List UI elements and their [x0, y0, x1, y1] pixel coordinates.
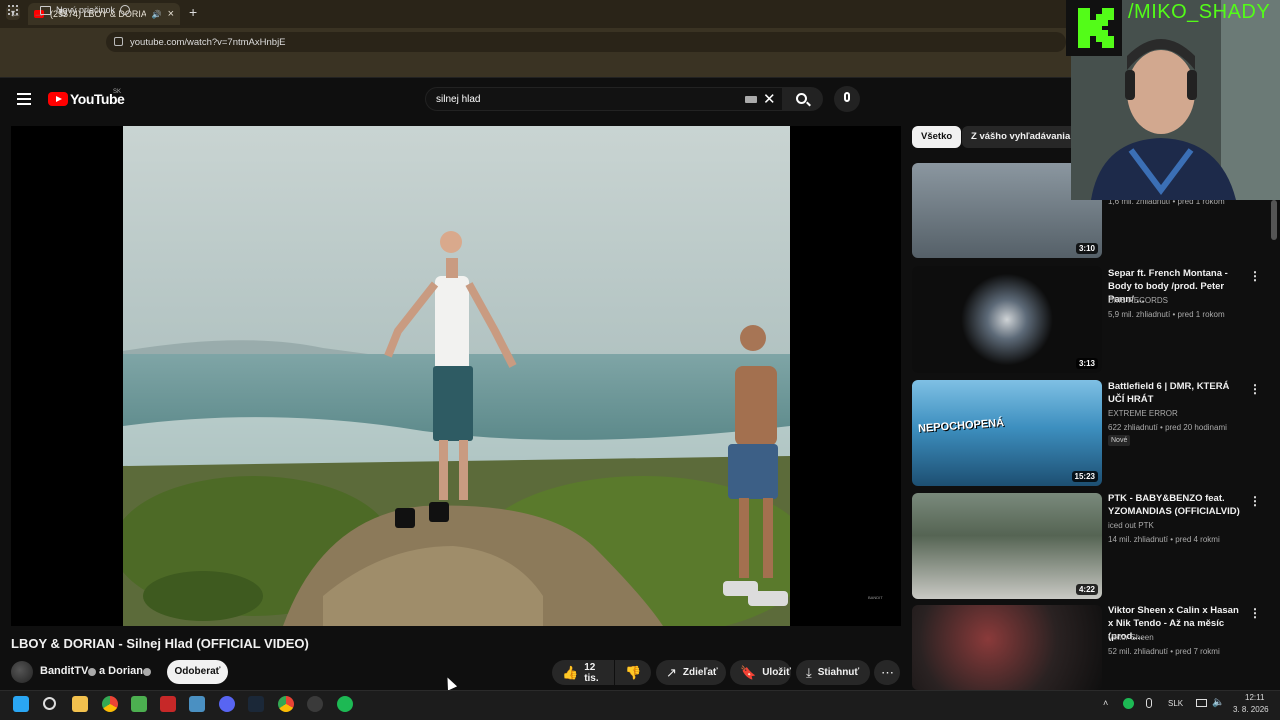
language-indicator[interactable]: SLK — [1168, 699, 1183, 708]
site-info-icon[interactable] — [114, 37, 123, 46]
more-vert-icon[interactable]: ⋮ — [1249, 382, 1261, 396]
folder-icon[interactable] — [40, 6, 51, 15]
download-icon: ⤓ — [806, 664, 812, 680]
search-icon[interactable] — [796, 93, 807, 104]
video-thumbnail[interactable]: NEPOCHOPENÁ 15:23 — [912, 380, 1102, 486]
tray-mic-icon[interactable] — [1146, 698, 1152, 708]
video-meta: 5,9 mil. zhliadnutí • pred 1 rokom — [1108, 310, 1225, 319]
share-label: Zdieľať — [682, 667, 718, 678]
streamer-name: /MIKO_SHADY — [1128, 1, 1271, 23]
video-duration: 3:13 — [1075, 358, 1098, 369]
video-duration: 4:22 — [1075, 584, 1098, 595]
more-vert-icon[interactable]: ⋮ — [1249, 606, 1261, 620]
notepad-icon[interactable] — [131, 696, 147, 712]
video-duration: 15:23 — [1071, 471, 1098, 482]
video-title[interactable]: Battlefield 6 | DMR, KTERÁ UČÍ HRÁT — [1108, 380, 1246, 406]
close-tab-icon[interactable]: × — [168, 8, 174, 20]
obs-icon[interactable] — [307, 696, 323, 712]
more-vert-icon[interactable]: ⋮ — [1249, 269, 1261, 283]
save-label: Uložiť — [762, 667, 791, 678]
video-title[interactable]: PTK - BABY&BENZO feat. YZOMANDIAS (OFFIC… — [1108, 492, 1246, 518]
spotify-icon[interactable] — [337, 696, 353, 712]
bookmark-icon: 🔖 — [740, 664, 757, 680]
video-meta: 52 mil. zhliadnutí • pred 7 rokmi — [1108, 647, 1220, 656]
new-badge: Nové — [1108, 435, 1131, 446]
dislike-button[interactable]: 👎 — [615, 660, 651, 685]
chrome-icon[interactable] — [102, 696, 118, 712]
tray-spotify-icon[interactable] — [1123, 698, 1134, 709]
channel-name[interactable]: BanditTV — [40, 665, 88, 677]
scrollbar[interactable] — [1271, 200, 1277, 240]
clock-time[interactable]: 12:11 — [1245, 693, 1264, 702]
channel-name[interactable]: EXTREME ERROR — [1108, 409, 1178, 418]
thumbs-down-icon: 👎 — [625, 664, 642, 680]
bookmark-folder-label[interactable]: Nový priečinok — [56, 5, 115, 15]
new-tab-button[interactable]: + — [189, 4, 197, 20]
verified-icon — [88, 668, 96, 676]
kick-logo-graphic — [1078, 8, 1114, 48]
kick-logo-icon — [1066, 0, 1122, 56]
collab-channel-name[interactable]: a Dorian — [99, 665, 143, 677]
channel-name[interactable]: DMS RECORDS — [1108, 296, 1168, 305]
search-input[interactable]: silnej hlad — [425, 87, 783, 111]
more-horizontal-icon: ⋯ — [881, 664, 894, 680]
discord-icon[interactable] — [219, 696, 235, 712]
file-explorer-icon[interactable] — [72, 696, 88, 712]
microphone-icon[interactable] — [844, 92, 850, 102]
save-button[interactable]: 🔖 Uložiť — [730, 660, 791, 685]
video-scene — [123, 126, 790, 626]
video-duration: 3:10 — [1075, 243, 1098, 254]
video-thumbnail[interactable]: 3:13 — [912, 266, 1102, 373]
channel-avatar[interactable] — [11, 661, 33, 683]
country-code: SK — [113, 89, 122, 95]
url-text: youtube.com/watch?v=7ntmAxHnbjE — [130, 36, 286, 48]
tray-volume-icon[interactable]: 🔈 — [1212, 697, 1224, 708]
mouse-cursor — [442, 675, 458, 691]
video-thumbnail[interactable]: 4:22 — [912, 493, 1102, 599]
app-icon[interactable] — [160, 696, 176, 712]
tray-monitor-icon[interactable] — [1196, 699, 1207, 707]
channel-name[interactable]: iced out PTK — [1108, 521, 1154, 530]
subscribe-button[interactable]: Odoberať — [167, 660, 228, 684]
like-button[interactable]: 👍 12 tis. — [552, 660, 614, 685]
video-meta: 622 zhliadnutí • pred 20 hodinami — [1108, 423, 1227, 432]
channel-name[interactable]: Viktor Sheen — [1108, 633, 1154, 642]
speaker-icon[interactable]: 🔊 — [152, 10, 162, 19]
video-meta: 14 mil. zhliadnutí • pred 4 rokmi — [1108, 535, 1220, 544]
steam-icon[interactable] — [248, 696, 264, 712]
thumbnail-overlay-text: NEPOCHOPENÁ — [917, 417, 1005, 435]
windows-start-icon[interactable] — [13, 696, 29, 712]
hamburger-menu-icon[interactable] — [17, 93, 31, 105]
more-actions-button[interactable]: ⋯ — [874, 660, 900, 685]
apps-grid-icon[interactable] — [8, 5, 18, 15]
chip-from-search[interactable]: Z vášho vyhľadávania — [962, 126, 1080, 148]
clear-search-icon[interactable]: ✕ — [763, 90, 776, 108]
like-count: 12 tis. — [584, 661, 599, 684]
search-icon[interactable] — [43, 697, 56, 710]
download-button[interactable]: ⤓ Stiahnuť — [796, 660, 870, 685]
video-thumbnail[interactable] — [912, 605, 1102, 690]
video-frame[interactable] — [123, 126, 790, 626]
share-button[interactable]: ↗ Zdieľať — [656, 660, 726, 685]
youtube-logo-icon[interactable] — [48, 92, 68, 106]
share-icon: ↗ — [666, 664, 677, 680]
app-icon[interactable] — [189, 696, 205, 712]
video-title: LBOY & DORIAN - Silnej Hlad (OFFICIAL VI… — [11, 636, 309, 651]
video-watermark: BANDIT — [868, 595, 883, 600]
download-label: Stiahnuť — [817, 667, 860, 678]
address-bar[interactable]: youtube.com/watch?v=7ntmAxHnbjE — [106, 32, 1066, 52]
chrome-active-icon[interactable] — [278, 696, 294, 712]
keyboard-icon[interactable] — [745, 96, 757, 103]
more-vert-icon[interactable]: ⋮ — [1249, 494, 1261, 508]
clock-date[interactable]: 3. 8. 2026 — [1233, 705, 1269, 714]
chip-all[interactable]: Všetko — [912, 126, 962, 148]
globe-icon[interactable] — [120, 5, 130, 15]
tray-overflow-icon[interactable]: ˄ — [1103, 698, 1108, 708]
verified-icon — [143, 668, 151, 676]
thumbs-up-icon: 👍 — [562, 664, 579, 680]
